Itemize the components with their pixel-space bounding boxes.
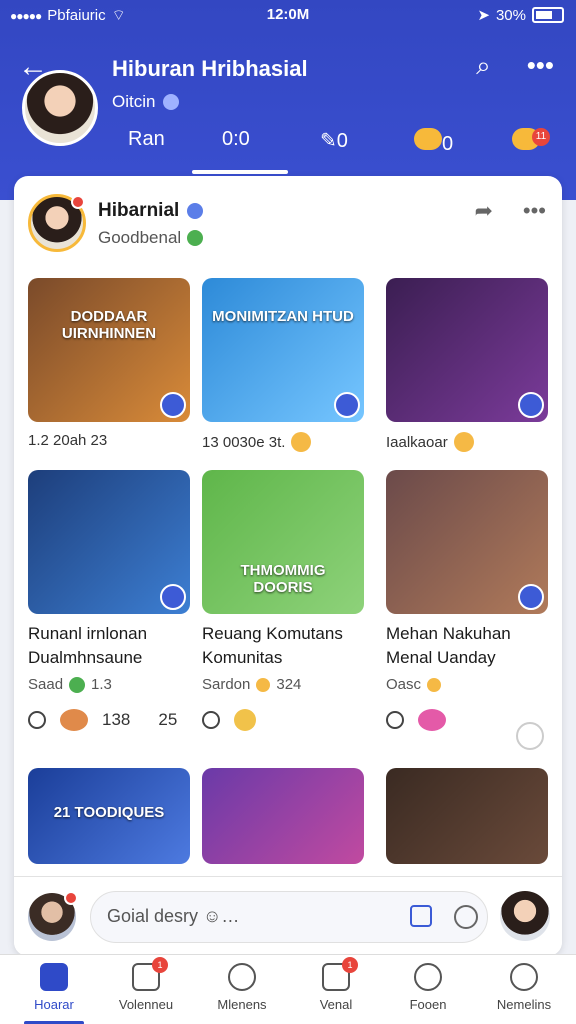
emoji-picker-icon[interactable] — [454, 905, 478, 929]
thumbnail[interactable]: MONIMITZAN HTUD — [202, 278, 364, 422]
video-icon: 1 — [132, 957, 168, 991]
search-icon[interactable]: ⌕ — [476, 50, 491, 82]
sticker-icon — [418, 709, 446, 731]
tile-meta: Iaalkaoar — [386, 433, 448, 451]
thumbnail[interactable]: THMOMMIG DOORIS — [202, 470, 364, 614]
tab-bar: Ran 0:0 ✎0 0 11 — [0, 128, 576, 158]
tab-edit[interactable]: ✎0 — [320, 128, 348, 153]
image-icon: 1 — [322, 957, 358, 991]
online-dot — [71, 195, 85, 209]
group-icon — [187, 230, 204, 246]
tile-name[interactable]: Runanl irnlonan Dualmhnsaune — [28, 622, 190, 670]
nav-videos[interactable]: 1 Volenneu — [98, 957, 194, 1012]
search-icon — [228, 963, 256, 991]
thumbnail[interactable] — [202, 768, 364, 864]
profile-icon — [510, 963, 538, 991]
tab-chat[interactable]: 0 — [414, 128, 453, 156]
author-avatar[interactable] — [28, 194, 86, 252]
emoji-icon — [291, 432, 312, 452]
share-icon[interactable]: ➦ — [474, 198, 492, 224]
tab-notifications[interactable]: 11 — [512, 128, 550, 156]
badge-icon — [518, 584, 544, 610]
verified-icon — [163, 94, 180, 110]
sticker-icon — [60, 709, 88, 731]
media-tile[interactable]: Mehan Nakuhan Menal Uanday Oasc — [386, 470, 548, 731]
verified-icon — [187, 203, 204, 219]
media-tile[interactable]: Runanl irnlonan Dualmhnsaune Saad 1.3 138… — [28, 470, 190, 731]
status-bar: ●●●●● Pbfaiuric ⌔ 12:0M ➤ 30% — [0, 4, 576, 26]
like-icon[interactable] — [28, 711, 46, 729]
media-tile[interactable]: DODDAAR UIRNHINNEN 1.2 20ah 23 — [28, 278, 190, 449]
sticker-icon — [234, 709, 256, 731]
chat-icon — [414, 128, 442, 150]
subtitle: Oitcin — [112, 92, 156, 111]
tab-ran[interactable]: Ran — [128, 128, 165, 151]
thumbnail[interactable]: 21 TOODIQUES — [28, 768, 190, 864]
comment-composer: Goial desry ☺… — [14, 876, 562, 956]
tile-count: 324 — [276, 676, 302, 693]
media-tile[interactable]: Iaalkaoar — [386, 278, 548, 452]
badge-icon — [518, 392, 544, 418]
comment-count: 25 — [158, 710, 178, 729]
post-card: Hibarnial Goodbenal ➦ ••• DODDAAR UIRNHI… — [14, 176, 562, 956]
like-count: 138 — [102, 710, 131, 729]
like-icon[interactable] — [202, 711, 220, 729]
media-tile[interactable]: 21 TOODIQUES — [28, 768, 190, 864]
like-icon[interactable] — [386, 711, 404, 729]
thumbnail[interactable] — [386, 470, 548, 614]
home-icon — [40, 963, 68, 991]
my-avatar[interactable] — [28, 891, 78, 941]
tile-author: Saad — [28, 676, 64, 693]
nav-profile[interactable]: Nemelins — [476, 963, 572, 1012]
tile-meta: 1.2 20ah 23 — [28, 432, 108, 449]
media-tile[interactable] — [386, 768, 548, 864]
tile-count: 1.3 — [91, 676, 112, 693]
nav-badge: 1 — [342, 957, 358, 973]
tab-00[interactable]: 0:0 — [222, 128, 250, 151]
tile-author: Sardon — [202, 676, 251, 693]
post-meta: Goodbenal — [98, 228, 182, 247]
group-icon — [69, 676, 86, 693]
emoji-icon — [427, 677, 442, 692]
app-header: ●●●●● Pbfaiuric ⌔ 12:0M ➤ 30% ← Hiburan … — [0, 0, 576, 200]
emoji-icon — [453, 432, 474, 452]
send-icon[interactable] — [516, 722, 544, 750]
tile-author: Oasc — [386, 676, 422, 693]
author-name[interactable]: Hibarnial — [98, 200, 179, 222]
notification-badge: 11 — [532, 128, 550, 146]
thumbnail[interactable] — [386, 278, 548, 422]
more-icon[interactable]: ••• — [527, 50, 554, 82]
tile-name[interactable]: Reuang Komutans Komunitas — [202, 622, 364, 670]
page-title: Hiburan Hribhasial — [112, 56, 308, 81]
badge-icon — [160, 584, 186, 610]
badge-icon — [160, 392, 186, 418]
nav-home[interactable]: Hoarar — [6, 963, 102, 1012]
more-icon[interactable]: ••• — [523, 198, 546, 224]
thumbnail[interactable] — [386, 768, 548, 864]
badge-icon — [334, 392, 360, 418]
tile-name[interactable]: Mehan Nakuhan Menal Uanday — [386, 622, 548, 670]
edit-icon: ✎ — [320, 130, 337, 152]
nav-search[interactable]: Mlenens — [194, 963, 290, 1012]
online-dot — [64, 891, 78, 905]
media-tile[interactable] — [202, 768, 364, 864]
battery-icon — [532, 7, 564, 23]
media-tile[interactable]: THMOMMIG DOORIS Reuang Komutans Komunita… — [202, 470, 364, 731]
thumbnail[interactable] — [28, 470, 190, 614]
friend-avatar[interactable] — [500, 891, 550, 941]
emoji-icon — [256, 677, 271, 692]
upload-icon[interactable] — [410, 905, 432, 927]
heart-icon — [414, 963, 442, 991]
active-tab-indicator — [192, 170, 288, 174]
nav-gallery[interactable]: 1 Venal — [288, 957, 384, 1012]
tile-meta: 13 0030e 3t. — [202, 433, 286, 451]
location-icon: ➤ — [477, 7, 490, 24]
nav-favorites[interactable]: Fooen — [380, 963, 476, 1012]
media-tile[interactable]: MONIMITZAN HTUD 13 0030e 3t. — [202, 278, 364, 452]
battery-label: 30% — [495, 6, 526, 24]
thumbnail[interactable]: DODDAAR UIRNHINNEN — [28, 278, 190, 422]
nav-badge: 1 — [152, 957, 168, 973]
bottom-nav: Hoarar 1 Volenneu Mlenens 1 Venal Fooen Ne… — [0, 954, 576, 1024]
